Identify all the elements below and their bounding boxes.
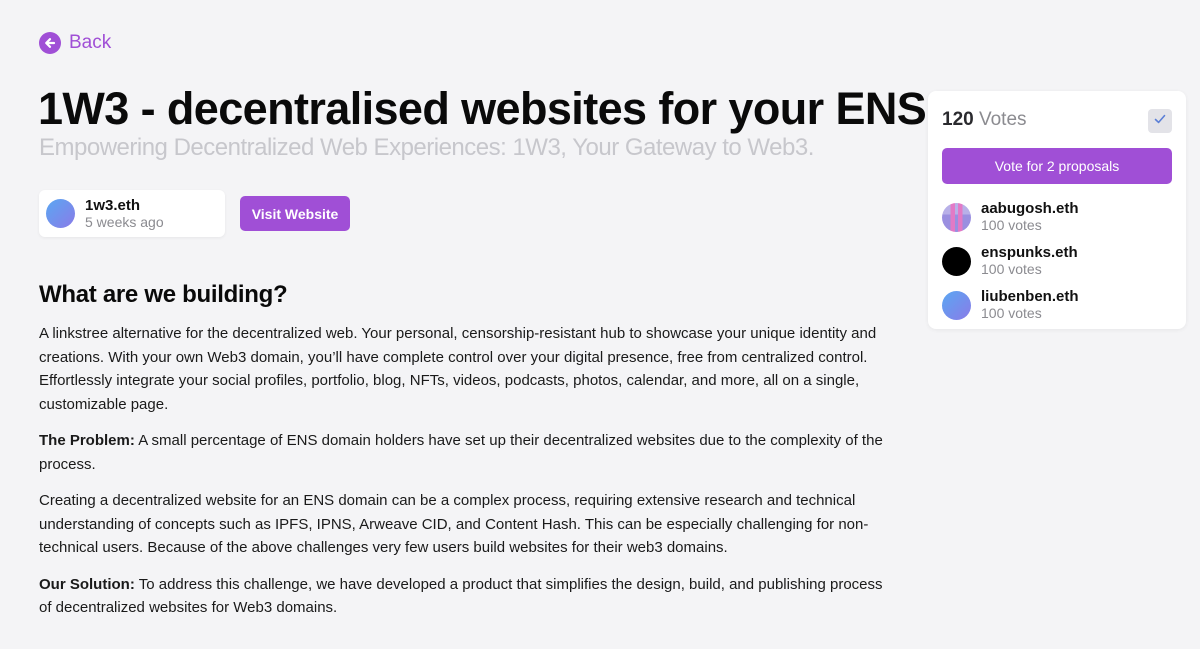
intro-paragraph: A linkstree alternative for the decentra…	[39, 325, 877, 413]
visit-website-button[interactable]: Visit Website	[240, 196, 350, 231]
proposal-content: A linkstree alternative for the decentra…	[39, 322, 884, 633]
problem-text: A small percentage of ENS domain holders…	[39, 432, 883, 473]
voter-name: enspunks.eth	[981, 243, 1078, 261]
avatar	[46, 199, 75, 228]
author-card[interactable]: 1w3.eth 5 weeks ago	[39, 190, 225, 237]
section-heading: What are we building?	[39, 281, 288, 308]
avatar	[942, 202, 971, 232]
vote-count: 120 Votes	[942, 109, 1027, 131]
page-title: 1W3 - decentralised websites for your EN…	[38, 83, 927, 134]
page-subtitle: Empowering Decentralized Web Experiences…	[39, 134, 814, 161]
solution-text: To address this challenge, we have devel…	[39, 575, 883, 617]
problem-label: The Problem:	[39, 432, 135, 449]
back-label: Back	[69, 32, 112, 53]
vote-panel: 120 Votes Vote for 2 proposals aabugosh.…	[928, 91, 1186, 329]
voter-meta: enspunks.eth 100 votes	[981, 243, 1078, 277]
list-item[interactable]: aabugosh.eth 100 votes	[942, 195, 1172, 239]
voter-name: aabugosh.eth	[981, 199, 1079, 217]
complexity-paragraph: Creating a decentralized website for an …	[39, 492, 869, 556]
voter-meta: aabugosh.eth 100 votes	[981, 199, 1079, 233]
voter-votes: 100 votes	[981, 304, 1042, 321]
list-item[interactable]: liubenben.eth 100 votes	[942, 283, 1172, 327]
avatar	[942, 290, 971, 320]
voter-list: aabugosh.eth 100 votes enspunks.eth 100 …	[942, 195, 1172, 327]
list-item[interactable]: enspunks.eth 100 votes	[942, 239, 1172, 283]
voter-votes: 100 votes	[981, 260, 1042, 277]
vote-checkbox[interactable]	[1148, 109, 1172, 133]
arrow-left-circle-icon	[39, 32, 61, 54]
back-link[interactable]: Back	[39, 32, 111, 54]
avatar	[942, 246, 971, 276]
author-time: 5 weeks ago	[85, 214, 164, 231]
solution-paragraph: Our Solution: To address this challenge,…	[39, 573, 884, 620]
voter-meta: liubenben.eth 100 votes	[981, 287, 1079, 321]
author-meta: 1w3.eth 5 weeks ago	[85, 197, 164, 230]
problem-paragraph: The Problem: A small percentage of ENS d…	[39, 429, 884, 476]
author-name: 1w3.eth	[85, 196, 141, 214]
checkmark-icon	[1153, 112, 1167, 131]
voter-name: liubenben.eth	[981, 287, 1079, 305]
voter-votes: 100 votes	[981, 216, 1042, 233]
solution-label: Our Solution:	[39, 575, 135, 593]
vote-count-number: 120	[942, 109, 974, 130]
vote-button[interactable]: Vote for 2 proposals	[942, 148, 1172, 184]
vote-count-label: Votes	[978, 109, 1027, 130]
